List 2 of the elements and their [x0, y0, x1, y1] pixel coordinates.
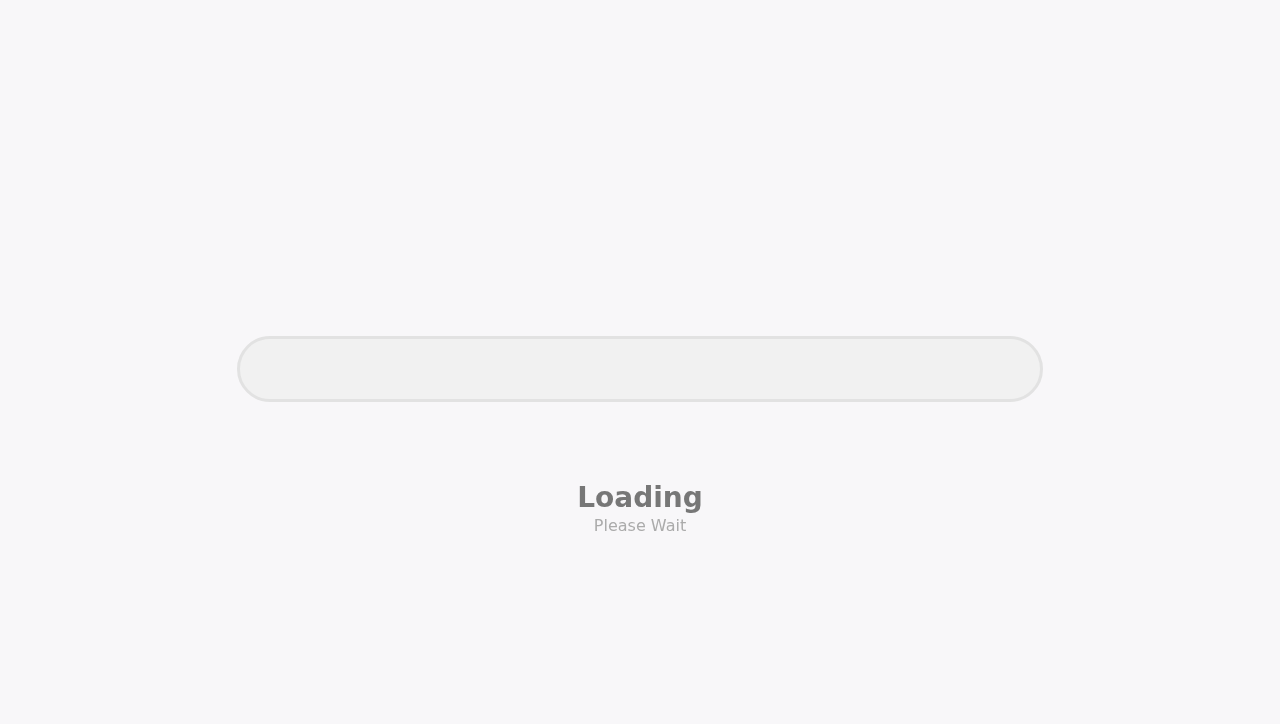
loading-subtitle: Please Wait	[593, 516, 687, 536]
loading-title: Loading	[577, 480, 703, 516]
